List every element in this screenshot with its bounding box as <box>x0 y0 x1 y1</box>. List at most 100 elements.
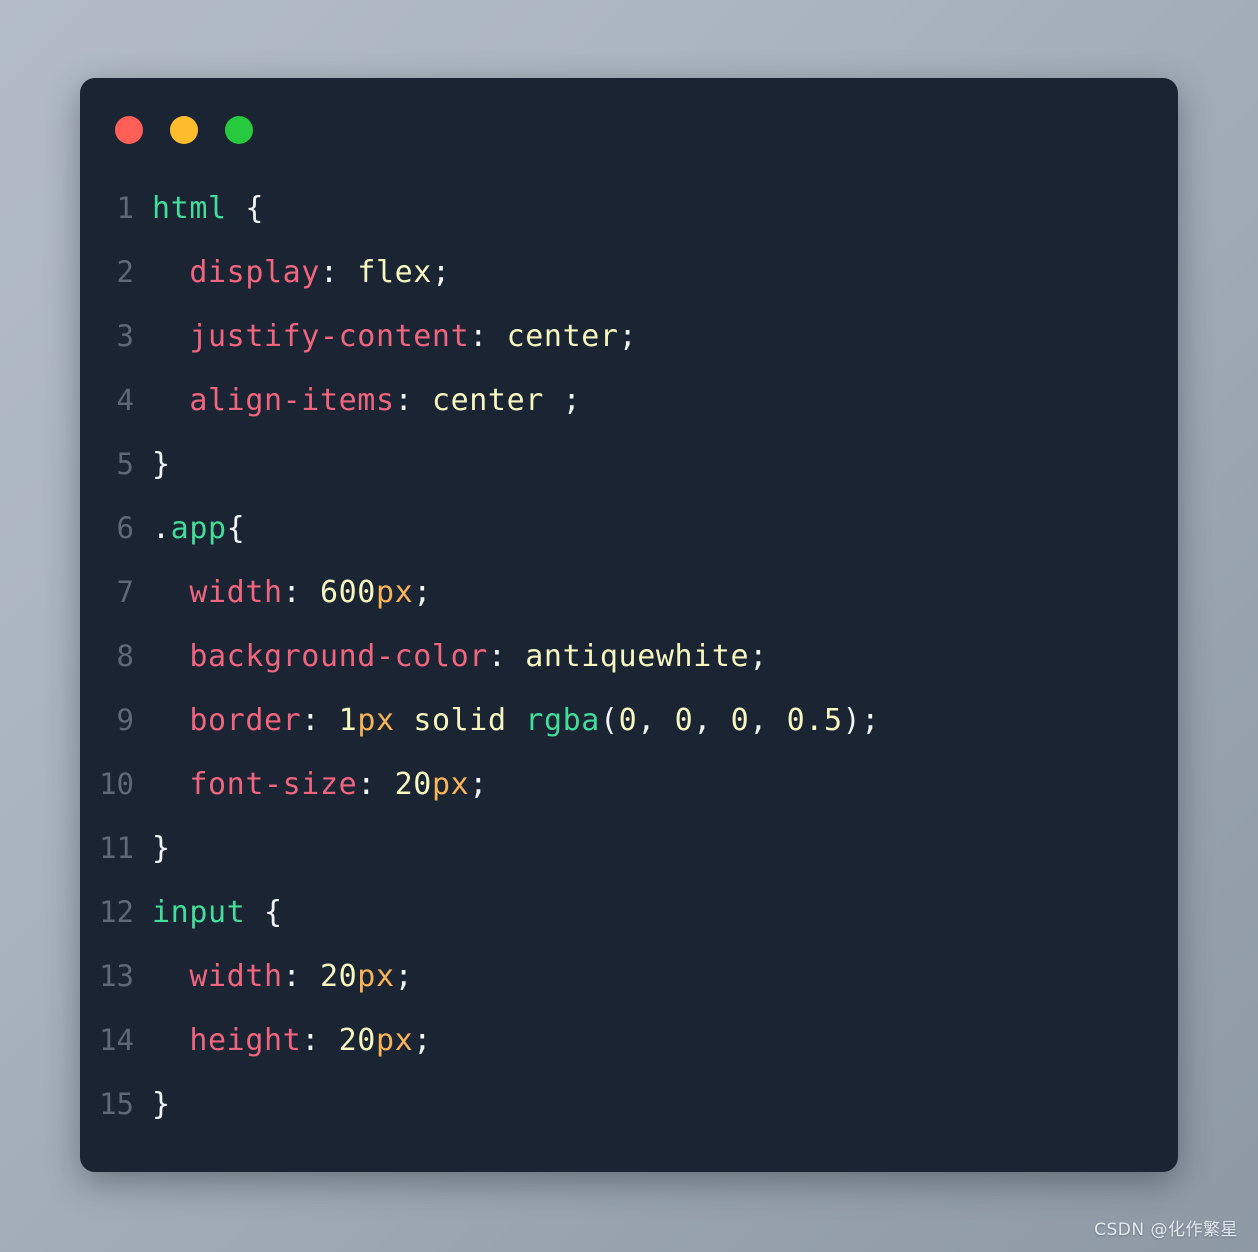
code-token: width <box>189 575 283 610</box>
line-number: 4 <box>116 383 134 417</box>
line-number: 3 <box>116 319 134 353</box>
code-token: : <box>487 639 526 674</box>
code-line-text: align-items: center ; <box>152 369 581 433</box>
code-line[interactable]: 3 justify-content: center; <box>80 304 1178 368</box>
code-token: 20 <box>394 767 432 802</box>
code-token: width <box>189 959 283 994</box>
line-number: 13 <box>99 959 134 993</box>
code-token: , <box>749 703 787 738</box>
code-token: , <box>693 703 731 738</box>
code-line-text: background-color: antiquewhite; <box>152 625 768 689</box>
code-line-text: } <box>152 1073 171 1137</box>
line-number: 15 <box>99 1087 134 1121</box>
code-token: ; <box>394 959 414 994</box>
code-line[interactable]: 12 input { <box>80 880 1178 944</box>
code-token: : <box>301 703 339 738</box>
code-token: ; <box>413 575 432 610</box>
code-token: center <box>431 383 563 418</box>
code-line-text: font-size: 20px; <box>152 753 488 817</box>
line-number: 5 <box>116 447 134 481</box>
code-line[interactable]: 1 html { <box>80 176 1178 240</box>
code-token: 1 <box>338 703 358 738</box>
code-token: { <box>226 511 246 546</box>
code-token: justify-content <box>189 319 470 354</box>
code-editor-body[interactable]: 1 html {2 display: flex; 3 justify-content… <box>80 176 1178 1136</box>
code-token: input <box>152 895 246 930</box>
minimize-dot[interactable] <box>170 116 198 144</box>
code-token: : <box>282 959 320 994</box>
code-token: : <box>357 767 395 802</box>
line-number: 9 <box>116 703 134 737</box>
code-token: border <box>189 703 302 738</box>
code-token: px <box>357 703 395 738</box>
code-line-text: } <box>152 817 171 881</box>
code-token: px <box>357 959 395 994</box>
code-line[interactable]: 10 font-size: 20px; <box>80 752 1178 816</box>
code-token: } <box>152 831 171 866</box>
code-line[interactable]: 13 width: 20px; <box>80 944 1178 1008</box>
code-token: { <box>245 895 283 930</box>
maximize-dot[interactable] <box>225 116 253 144</box>
code-token: solid <box>413 703 507 738</box>
code-token: html <box>152 191 227 226</box>
line-number: 2 <box>116 255 134 289</box>
code-token: px <box>431 767 470 802</box>
code-token: app <box>170 511 227 546</box>
code-token: ; <box>618 319 638 354</box>
code-line-text: html { <box>152 177 264 241</box>
code-line[interactable]: 8 background-color: antiquewhite; <box>80 624 1178 688</box>
code-line[interactable]: 11} <box>80 816 1178 880</box>
code-token: ; <box>469 767 488 802</box>
code-token: background-color <box>189 639 488 674</box>
code-token: px <box>375 575 414 610</box>
code-line[interactable]: 5} <box>80 432 1178 496</box>
code-token: } <box>152 1087 171 1122</box>
code-line[interactable]: 15} <box>80 1072 1178 1136</box>
code-token: : <box>282 575 320 610</box>
line-number: 1 <box>116 191 134 225</box>
code-token: , <box>637 703 675 738</box>
code-token: font-size <box>189 767 358 802</box>
code-line-text: input { <box>152 881 283 945</box>
code-line[interactable]: 7 width: 600px; <box>80 560 1178 624</box>
code-line[interactable]: 6 .app{ <box>80 496 1178 560</box>
code-token: antiquewhite <box>525 639 750 674</box>
close-dot[interactable] <box>115 116 143 144</box>
code-token: } <box>152 447 171 482</box>
code-token: : <box>394 383 432 418</box>
code-line-text: width: 600px; <box>152 561 432 625</box>
code-line[interactable]: 2 display: flex; <box>80 240 1178 304</box>
code-token: { <box>226 191 264 226</box>
code-token: ( <box>599 703 619 738</box>
line-number: 10 <box>99 767 134 801</box>
code-line[interactable]: 4 align-items: center ; <box>80 368 1178 432</box>
code-token: : <box>301 1023 339 1058</box>
watermark-label: CSDN @化作繁星 <box>1094 1220 1238 1240</box>
line-number: 12 <box>99 895 134 929</box>
line-number: 8 <box>116 639 134 673</box>
code-token: display <box>189 255 320 290</box>
code-token: align-items <box>189 383 395 418</box>
code-token: 0 <box>618 703 638 738</box>
code-line[interactable]: 9 border: 1px solid rgba(0, 0, 0, 0.5); <box>80 688 1178 752</box>
code-line-text: width: 20px; <box>152 945 413 1009</box>
code-token: : <box>319 255 358 290</box>
code-line-text: height: 20px; <box>152 1009 432 1073</box>
code-token: flex <box>357 255 432 290</box>
code-token: 20 <box>338 1023 376 1058</box>
code-line-text: } <box>152 433 171 497</box>
line-number: 14 <box>99 1023 134 1057</box>
code-line[interactable]: 14 height: 20px; <box>80 1008 1178 1072</box>
code-window-card: 1 html {2 display: flex; 3 justify-content… <box>80 78 1178 1172</box>
code-token: 600 <box>319 575 376 610</box>
line-number: 6 <box>116 511 134 545</box>
